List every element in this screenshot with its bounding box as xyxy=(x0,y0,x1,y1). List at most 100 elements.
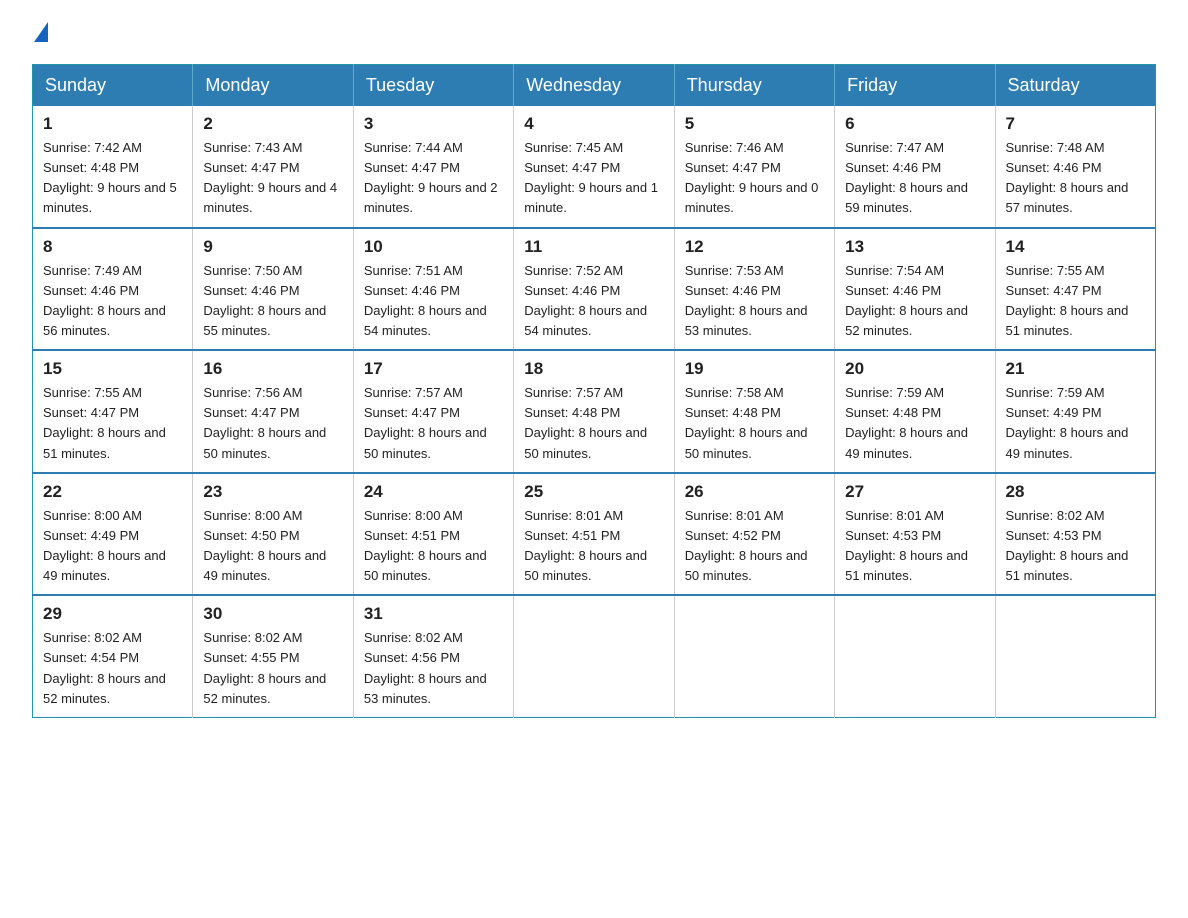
day-number: 25 xyxy=(524,482,663,502)
calendar-cell: 12 Sunrise: 7:53 AM Sunset: 4:46 PM Dayl… xyxy=(674,228,834,351)
day-info: Sunrise: 8:01 AM Sunset: 4:51 PM Dayligh… xyxy=(524,506,663,587)
calendar-week-row: 15 Sunrise: 7:55 AM Sunset: 4:47 PM Dayl… xyxy=(33,350,1156,473)
calendar-cell: 9 Sunrise: 7:50 AM Sunset: 4:46 PM Dayli… xyxy=(193,228,353,351)
logo xyxy=(32,24,48,44)
day-number: 13 xyxy=(845,237,984,257)
calendar-cell: 15 Sunrise: 7:55 AM Sunset: 4:47 PM Dayl… xyxy=(33,350,193,473)
day-info: Sunrise: 7:45 AM Sunset: 4:47 PM Dayligh… xyxy=(524,138,663,219)
day-number: 11 xyxy=(524,237,663,257)
day-number: 21 xyxy=(1006,359,1145,379)
day-info: Sunrise: 7:54 AM Sunset: 4:46 PM Dayligh… xyxy=(845,261,984,342)
day-number: 24 xyxy=(364,482,503,502)
calendar-cell: 30 Sunrise: 8:02 AM Sunset: 4:55 PM Dayl… xyxy=(193,595,353,717)
day-info: Sunrise: 8:02 AM Sunset: 4:54 PM Dayligh… xyxy=(43,628,182,709)
calendar-cell: 13 Sunrise: 7:54 AM Sunset: 4:46 PM Dayl… xyxy=(835,228,995,351)
day-number: 1 xyxy=(43,114,182,134)
day-info: Sunrise: 8:02 AM Sunset: 4:56 PM Dayligh… xyxy=(364,628,503,709)
calendar-cell: 20 Sunrise: 7:59 AM Sunset: 4:48 PM Dayl… xyxy=(835,350,995,473)
day-info: Sunrise: 7:55 AM Sunset: 4:47 PM Dayligh… xyxy=(1006,261,1145,342)
calendar-cell: 4 Sunrise: 7:45 AM Sunset: 4:47 PM Dayli… xyxy=(514,106,674,228)
calendar-week-row: 29 Sunrise: 8:02 AM Sunset: 4:54 PM Dayl… xyxy=(33,595,1156,717)
calendar-cell: 23 Sunrise: 8:00 AM Sunset: 4:50 PM Dayl… xyxy=(193,473,353,596)
day-number: 14 xyxy=(1006,237,1145,257)
calendar-cell: 28 Sunrise: 8:02 AM Sunset: 4:53 PM Dayl… xyxy=(995,473,1155,596)
day-info: Sunrise: 7:49 AM Sunset: 4:46 PM Dayligh… xyxy=(43,261,182,342)
calendar-cell: 2 Sunrise: 7:43 AM Sunset: 4:47 PM Dayli… xyxy=(193,106,353,228)
col-header-sunday: Sunday xyxy=(33,65,193,107)
calendar-table: SundayMondayTuesdayWednesdayThursdayFrid… xyxy=(32,64,1156,718)
calendar-cell: 24 Sunrise: 8:00 AM Sunset: 4:51 PM Dayl… xyxy=(353,473,513,596)
logo-triangle-icon xyxy=(34,22,48,42)
day-info: Sunrise: 7:43 AM Sunset: 4:47 PM Dayligh… xyxy=(203,138,342,219)
day-number: 22 xyxy=(43,482,182,502)
day-number: 7 xyxy=(1006,114,1145,134)
day-info: Sunrise: 7:51 AM Sunset: 4:46 PM Dayligh… xyxy=(364,261,503,342)
page-header xyxy=(32,24,1156,44)
calendar-cell: 18 Sunrise: 7:57 AM Sunset: 4:48 PM Dayl… xyxy=(514,350,674,473)
day-number: 2 xyxy=(203,114,342,134)
calendar-cell: 3 Sunrise: 7:44 AM Sunset: 4:47 PM Dayli… xyxy=(353,106,513,228)
col-header-thursday: Thursday xyxy=(674,65,834,107)
col-header-monday: Monday xyxy=(193,65,353,107)
calendar-cell: 21 Sunrise: 7:59 AM Sunset: 4:49 PM Dayl… xyxy=(995,350,1155,473)
day-number: 15 xyxy=(43,359,182,379)
col-header-friday: Friday xyxy=(835,65,995,107)
day-info: Sunrise: 7:58 AM Sunset: 4:48 PM Dayligh… xyxy=(685,383,824,464)
calendar-header-row: SundayMondayTuesdayWednesdayThursdayFrid… xyxy=(33,65,1156,107)
day-info: Sunrise: 7:53 AM Sunset: 4:46 PM Dayligh… xyxy=(685,261,824,342)
calendar-cell: 17 Sunrise: 7:57 AM Sunset: 4:47 PM Dayl… xyxy=(353,350,513,473)
col-header-wednesday: Wednesday xyxy=(514,65,674,107)
day-info: Sunrise: 8:01 AM Sunset: 4:52 PM Dayligh… xyxy=(685,506,824,587)
day-info: Sunrise: 8:00 AM Sunset: 4:51 PM Dayligh… xyxy=(364,506,503,587)
day-info: Sunrise: 7:42 AM Sunset: 4:48 PM Dayligh… xyxy=(43,138,182,219)
calendar-cell: 8 Sunrise: 7:49 AM Sunset: 4:46 PM Dayli… xyxy=(33,228,193,351)
day-info: Sunrise: 7:56 AM Sunset: 4:47 PM Dayligh… xyxy=(203,383,342,464)
day-number: 17 xyxy=(364,359,503,379)
day-number: 10 xyxy=(364,237,503,257)
day-number: 19 xyxy=(685,359,824,379)
day-number: 5 xyxy=(685,114,824,134)
calendar-cell: 14 Sunrise: 7:55 AM Sunset: 4:47 PM Dayl… xyxy=(995,228,1155,351)
calendar-cell xyxy=(995,595,1155,717)
day-number: 12 xyxy=(685,237,824,257)
day-number: 4 xyxy=(524,114,663,134)
day-info: Sunrise: 7:57 AM Sunset: 4:48 PM Dayligh… xyxy=(524,383,663,464)
day-info: Sunrise: 7:48 AM Sunset: 4:46 PM Dayligh… xyxy=(1006,138,1145,219)
calendar-cell: 22 Sunrise: 8:00 AM Sunset: 4:49 PM Dayl… xyxy=(33,473,193,596)
day-number: 9 xyxy=(203,237,342,257)
calendar-cell: 25 Sunrise: 8:01 AM Sunset: 4:51 PM Dayl… xyxy=(514,473,674,596)
calendar-cell xyxy=(835,595,995,717)
day-number: 8 xyxy=(43,237,182,257)
calendar-cell: 31 Sunrise: 8:02 AM Sunset: 4:56 PM Dayl… xyxy=(353,595,513,717)
day-info: Sunrise: 8:00 AM Sunset: 4:49 PM Dayligh… xyxy=(43,506,182,587)
calendar-cell: 29 Sunrise: 8:02 AM Sunset: 4:54 PM Dayl… xyxy=(33,595,193,717)
day-number: 23 xyxy=(203,482,342,502)
day-info: Sunrise: 8:02 AM Sunset: 4:53 PM Dayligh… xyxy=(1006,506,1145,587)
calendar-cell: 27 Sunrise: 8:01 AM Sunset: 4:53 PM Dayl… xyxy=(835,473,995,596)
day-number: 16 xyxy=(203,359,342,379)
day-info: Sunrise: 8:01 AM Sunset: 4:53 PM Dayligh… xyxy=(845,506,984,587)
day-number: 3 xyxy=(364,114,503,134)
day-number: 26 xyxy=(685,482,824,502)
col-header-tuesday: Tuesday xyxy=(353,65,513,107)
calendar-week-row: 22 Sunrise: 8:00 AM Sunset: 4:49 PM Dayl… xyxy=(33,473,1156,596)
calendar-cell xyxy=(514,595,674,717)
day-info: Sunrise: 8:00 AM Sunset: 4:50 PM Dayligh… xyxy=(203,506,342,587)
calendar-cell: 26 Sunrise: 8:01 AM Sunset: 4:52 PM Dayl… xyxy=(674,473,834,596)
day-number: 27 xyxy=(845,482,984,502)
day-info: Sunrise: 7:55 AM Sunset: 4:47 PM Dayligh… xyxy=(43,383,182,464)
calendar-cell: 16 Sunrise: 7:56 AM Sunset: 4:47 PM Dayl… xyxy=(193,350,353,473)
day-number: 30 xyxy=(203,604,342,624)
day-info: Sunrise: 7:59 AM Sunset: 4:48 PM Dayligh… xyxy=(845,383,984,464)
day-info: Sunrise: 7:50 AM Sunset: 4:46 PM Dayligh… xyxy=(203,261,342,342)
calendar-cell: 6 Sunrise: 7:47 AM Sunset: 4:46 PM Dayli… xyxy=(835,106,995,228)
day-info: Sunrise: 7:57 AM Sunset: 4:47 PM Dayligh… xyxy=(364,383,503,464)
day-info: Sunrise: 7:44 AM Sunset: 4:47 PM Dayligh… xyxy=(364,138,503,219)
day-info: Sunrise: 7:46 AM Sunset: 4:47 PM Dayligh… xyxy=(685,138,824,219)
calendar-cell: 10 Sunrise: 7:51 AM Sunset: 4:46 PM Dayl… xyxy=(353,228,513,351)
day-info: Sunrise: 7:47 AM Sunset: 4:46 PM Dayligh… xyxy=(845,138,984,219)
day-info: Sunrise: 7:59 AM Sunset: 4:49 PM Dayligh… xyxy=(1006,383,1145,464)
calendar-cell xyxy=(674,595,834,717)
calendar-week-row: 8 Sunrise: 7:49 AM Sunset: 4:46 PM Dayli… xyxy=(33,228,1156,351)
day-info: Sunrise: 7:52 AM Sunset: 4:46 PM Dayligh… xyxy=(524,261,663,342)
